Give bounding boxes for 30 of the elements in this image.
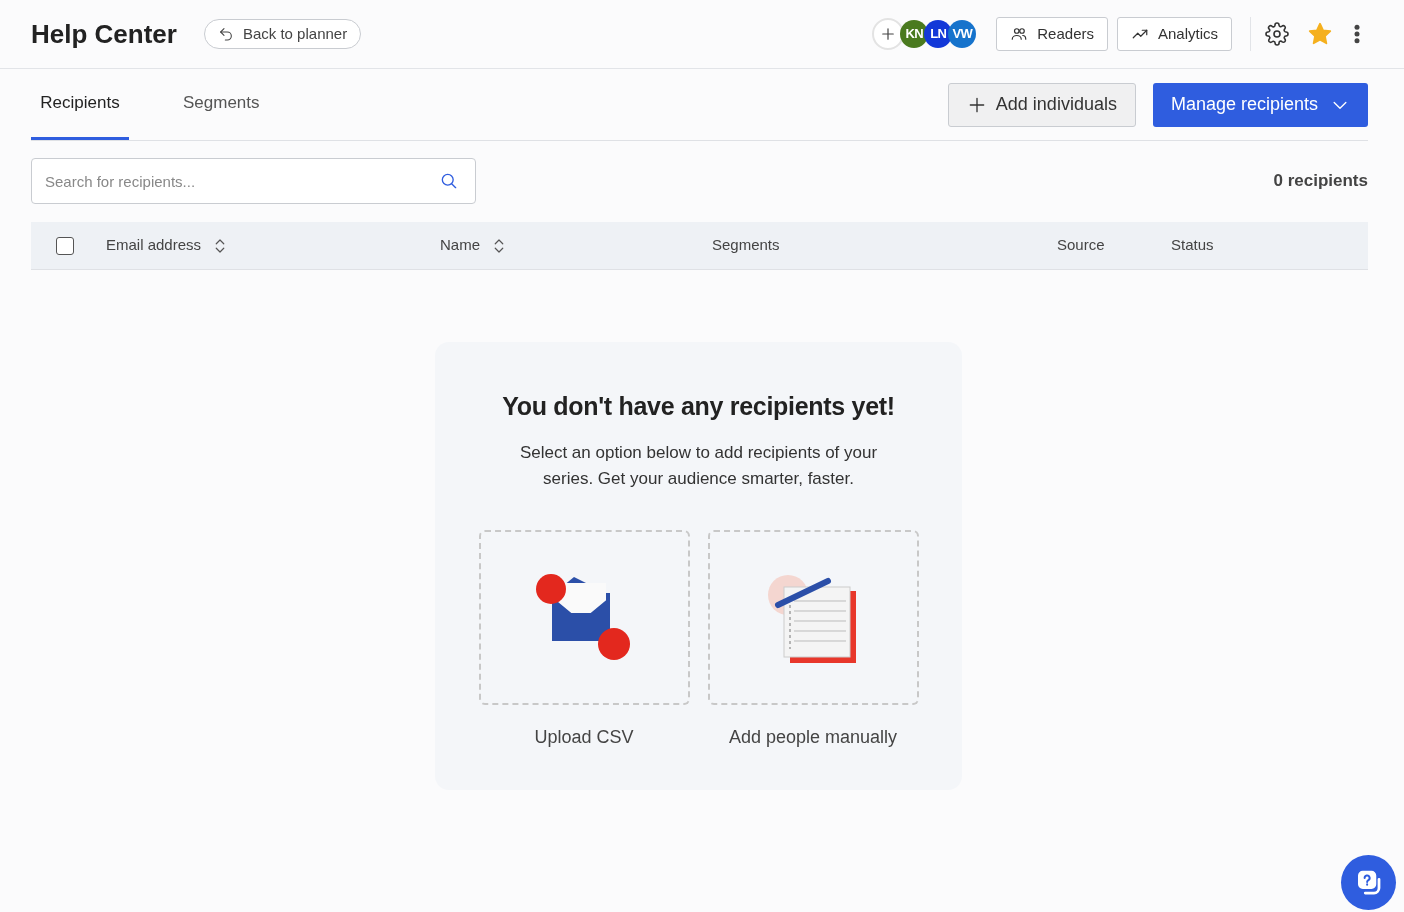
page-title: Help Center [31, 17, 177, 51]
option-tile[interactable] [478, 529, 690, 705]
column-header[interactable]: Email address [106, 234, 230, 257]
search-icon [439, 171, 459, 191]
option-label: Upload CSV [534, 725, 634, 749]
select-all-checkbox[interactable] [56, 236, 74, 255]
header-button[interactable]: Readers [996, 17, 1108, 51]
help-chat-button[interactable] [1341, 855, 1396, 910]
column-header[interactable]: Source [1057, 234, 1105, 257]
column-header[interactable]: Segments [712, 234, 780, 257]
add-individuals-button[interactable]: Add individuals [947, 82, 1136, 127]
empty-state-title: You don't have any recipients yet! [502, 391, 895, 422]
people-icon [1010, 25, 1029, 43]
user-avatar: VW [948, 20, 977, 48]
star-icon[interactable] [1307, 21, 1333, 47]
column-header[interactable]: Name [440, 234, 508, 257]
settings-icon[interactable] [1265, 22, 1289, 46]
tab[interactable]: Segments [179, 69, 264, 140]
more-icon[interactable] [1354, 24, 1360, 44]
option-label: Add people manually [728, 725, 898, 749]
manage-recipients-button[interactable]: Manage recipients [1152, 82, 1368, 127]
empty-state-text: Select an option below to add recipients of your series. Get your audience smarter, faster. [518, 441, 879, 490]
undo-icon [217, 26, 234, 42]
header-button[interactable]: Analytics [1116, 17, 1232, 51]
option-tile[interactable] [707, 529, 919, 705]
recipient-count: 0 recipients [1273, 170, 1368, 193]
search-field[interactable]: Search for recipients... [31, 158, 476, 204]
column-header[interactable]: Status [1171, 234, 1214, 257]
tab[interactable]: Recipients [31, 69, 129, 140]
back-button[interactable]: Back to planner [203, 19, 362, 49]
